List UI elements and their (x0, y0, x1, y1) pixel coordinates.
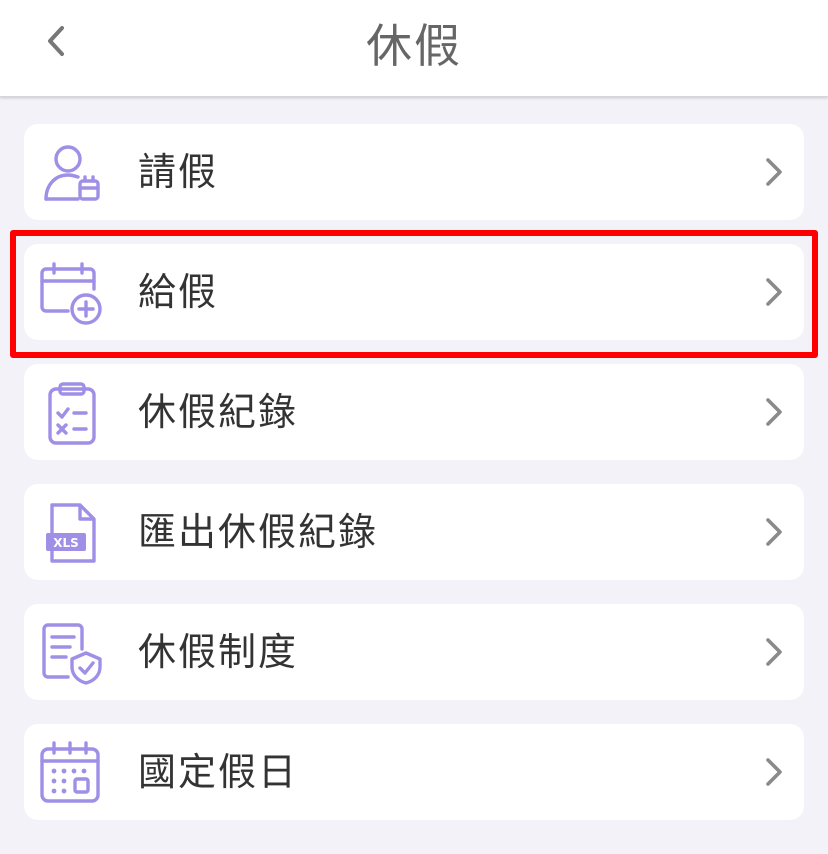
menu-item-label: 請假 (138, 150, 219, 194)
navigation-bar: 休假 (0, 0, 828, 97)
menu-item-grant-leave[interactable]: 給假 (24, 244, 804, 340)
menu-item-leave-records[interactable]: 休假紀錄 (24, 364, 804, 460)
menu-item-label: 休假紀錄 (138, 390, 299, 434)
menu-item-leave-policy[interactable]: 休假制度 (24, 604, 804, 700)
clipboard-checklist-icon (48, 382, 96, 445)
menu-item-national-holidays[interactable]: 國定假日 (24, 724, 804, 820)
calendar-plus-icon (40, 262, 102, 325)
person-calendar-icon (44, 145, 100, 201)
xls-label: XLS (53, 536, 79, 550)
page-title: 休假 (366, 19, 462, 73)
chevron-right-icon (766, 518, 782, 546)
xls-file-icon: XLS (46, 503, 96, 563)
menu-item-request-leave[interactable]: 請假 (24, 124, 804, 220)
chevron-right-icon (766, 158, 782, 186)
chevron-right-icon (766, 278, 782, 306)
menu-item-label: 給假 (138, 270, 219, 314)
menu-item-label: 匯出休假紀錄 (138, 510, 379, 554)
menu-item-label: 休假制度 (138, 630, 299, 674)
chevron-right-icon (766, 638, 782, 666)
menu-item-label: 國定假日 (138, 750, 299, 794)
menu-item-export-leave-records[interactable]: XLS 匯出休假紀錄 (24, 484, 804, 580)
document-shield-icon (42, 623, 102, 685)
chevron-right-icon (766, 758, 782, 786)
calendar-grid-icon (40, 741, 100, 803)
chevron-right-icon (766, 398, 782, 426)
